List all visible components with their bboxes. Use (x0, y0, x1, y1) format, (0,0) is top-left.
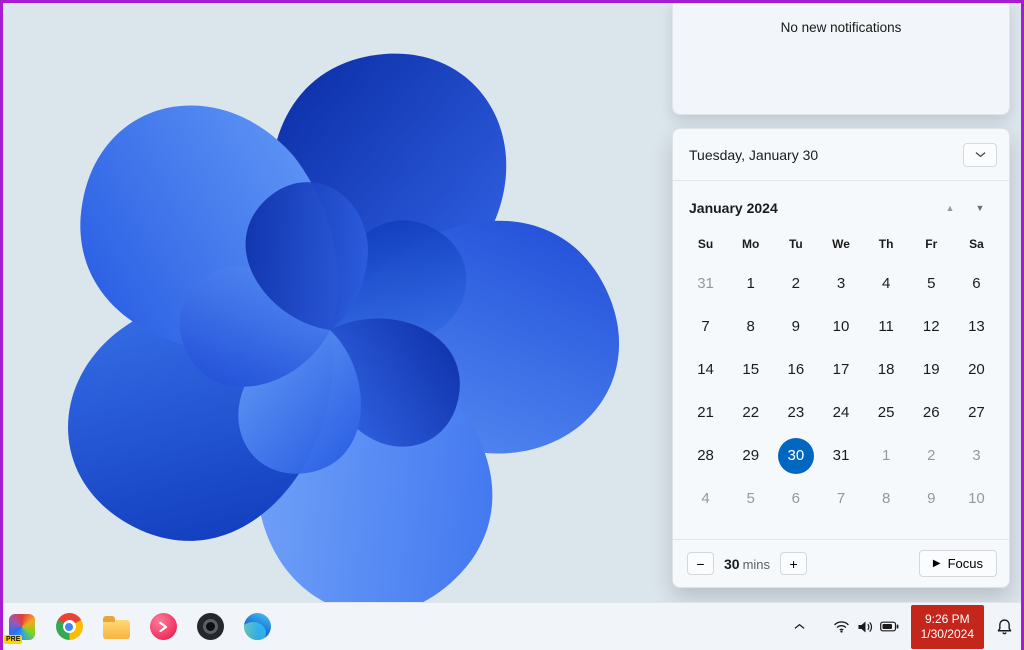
calendar-day[interactable]: 25 (864, 391, 909, 434)
calendar-day[interactable]: 6 (773, 477, 818, 520)
calendar-month-row: January 2024 ▲ ▼ (673, 181, 1009, 224)
calendar-day[interactable]: 10 (818, 305, 863, 348)
battery-icon (880, 621, 899, 632)
calendar-next-month-button[interactable]: ▼ (965, 196, 995, 220)
calendar-day[interactable]: 9 (909, 477, 954, 520)
calendar-day[interactable]: 1 (864, 434, 909, 477)
calendar-day[interactable]: 16 (773, 348, 818, 391)
taskbar-pinned-apps: PRE (0, 606, 276, 648)
calendar-grid: SuMoTuWeThFrSa31123456789101112131415161… (673, 224, 1009, 520)
focus-minutes: 30mins (724, 556, 770, 572)
folder-icon (103, 620, 130, 639)
calendar-month-label[interactable]: January 2024 (689, 200, 778, 216)
calendar-day[interactable]: 2 (909, 434, 954, 477)
focus-button-label: Focus (948, 556, 983, 571)
taskbar-edge-icon[interactable] (238, 606, 276, 648)
calendar-day[interactable]: 10 (954, 477, 999, 520)
calendar-day[interactable]: 14 (683, 348, 728, 391)
no-notifications-text: No new notifications (673, 20, 1009, 35)
calendar-day[interactable]: 3 (954, 434, 999, 477)
calendar-day[interactable]: 5 (909, 262, 954, 305)
focus-minutes-value: 30 (724, 556, 740, 572)
taskbar-camera-app-icon[interactable] (191, 606, 229, 648)
focus-minutes-increase-button[interactable]: + (780, 552, 807, 575)
play-icon: ▶ (933, 559, 941, 569)
calendar-day[interactable]: 5 (728, 477, 773, 520)
calendar-day[interactable]: 8 (728, 305, 773, 348)
taskbar-clock[interactable]: 9:26 PM 1/30/2024 (911, 605, 984, 649)
camera-lens-icon (197, 613, 224, 640)
calendar-day[interactable]: 2 (773, 262, 818, 305)
taskbar: PRE (0, 602, 1024, 650)
calendar-day[interactable]: 26 (909, 391, 954, 434)
chevron-up-icon (794, 623, 805, 630)
chevron-down-icon (975, 151, 986, 158)
calendar-collapse-button[interactable] (963, 143, 997, 167)
focus-minutes-decrease-button[interactable]: − (687, 552, 714, 575)
tray-date: 1/30/2024 (921, 627, 974, 642)
network-volume-battery-button[interactable] (825, 607, 907, 647)
calendar-day[interactable]: 27 (954, 391, 999, 434)
day-of-week-header: Fr (909, 226, 954, 262)
day-of-week-header: Tu (773, 226, 818, 262)
calendar-day[interactable]: 3 (818, 262, 863, 305)
calendar-day[interactable]: 21 (683, 391, 728, 434)
taskbar-system-tray: 9:26 PM 1/30/2024 (786, 605, 1024, 649)
white-arrow-icon (158, 622, 168, 632)
taskbar-media-app-icon[interactable] (144, 606, 182, 648)
volume-icon (857, 620, 873, 634)
tray-time: 9:26 PM (925, 612, 970, 627)
day-of-week-header: Mo (728, 226, 773, 262)
edge-icon (244, 613, 271, 640)
calendar-day[interactable]: 15 (728, 348, 773, 391)
calendar-prev-month-button[interactable]: ▲ (935, 196, 965, 220)
calendar-day[interactable]: 4 (683, 477, 728, 520)
calendar-day[interactable]: 7 (683, 305, 728, 348)
calendar-day[interactable]: 19 (909, 348, 954, 391)
taskbar-preview-app-icon[interactable]: PRE (3, 606, 41, 648)
calendar-day[interactable]: 23 (773, 391, 818, 434)
calendar-day[interactable]: 12 (909, 305, 954, 348)
calendar-day[interactable]: 11 (864, 305, 909, 348)
calendar-day[interactable]: 8 (864, 477, 909, 520)
calendar-day[interactable]: 17 (818, 348, 863, 391)
calendar-day[interactable]: 24 (818, 391, 863, 434)
taskbar-chrome-icon[interactable] (50, 606, 88, 648)
calendar-day[interactable]: 22 (728, 391, 773, 434)
calendar-day[interactable]: 29 (728, 434, 773, 477)
calendar-flyout: Tuesday, January 30 January 2024 ▲ ▼ SuM… (672, 128, 1010, 588)
chevron-down-icon: ▼ (976, 203, 985, 213)
bell-icon (996, 618, 1013, 635)
day-of-week-header: Su (683, 226, 728, 262)
media-app-icon (150, 613, 177, 640)
focus-minutes-unit: mins (743, 557, 770, 572)
wifi-icon (833, 620, 850, 633)
calendar-day[interactable]: 20 (954, 348, 999, 391)
calendar-day[interactable]: 28 (683, 434, 728, 477)
day-of-week-header: Th (864, 226, 909, 262)
calendar-day-selected[interactable]: 30 (773, 434, 818, 477)
calendar-day[interactable]: 4 (864, 262, 909, 305)
calendar-day[interactable]: 1 (728, 262, 773, 305)
focus-session-bar: − 30mins + ▶ Focus (673, 539, 1009, 587)
notification-panel: No new notifications (672, 2, 1010, 115)
notification-bell-button[interactable] (988, 607, 1021, 647)
calendar-day[interactable]: 31 (683, 262, 728, 305)
calendar-selected-date-label: Tuesday, January 30 (689, 147, 818, 163)
calendar-day[interactable]: 7 (818, 477, 863, 520)
day-of-week-header: We (818, 226, 863, 262)
show-hidden-icons-button[interactable] (786, 607, 813, 647)
calendar-day[interactable]: 31 (818, 434, 863, 477)
focus-start-button[interactable]: ▶ Focus (919, 550, 997, 577)
chrome-icon (56, 613, 83, 640)
day-of-week-header: Sa (954, 226, 999, 262)
taskbar-file-explorer-icon[interactable] (97, 606, 135, 648)
calendar-header: Tuesday, January 30 (673, 129, 1009, 181)
calendar-day[interactable]: 13 (954, 305, 999, 348)
calendar-day[interactable]: 18 (864, 348, 909, 391)
chevron-up-icon: ▲ (946, 203, 955, 213)
pre-badge: PRE (4, 635, 22, 644)
calendar-day[interactable]: 6 (954, 262, 999, 305)
calendar-day[interactable]: 9 (773, 305, 818, 348)
